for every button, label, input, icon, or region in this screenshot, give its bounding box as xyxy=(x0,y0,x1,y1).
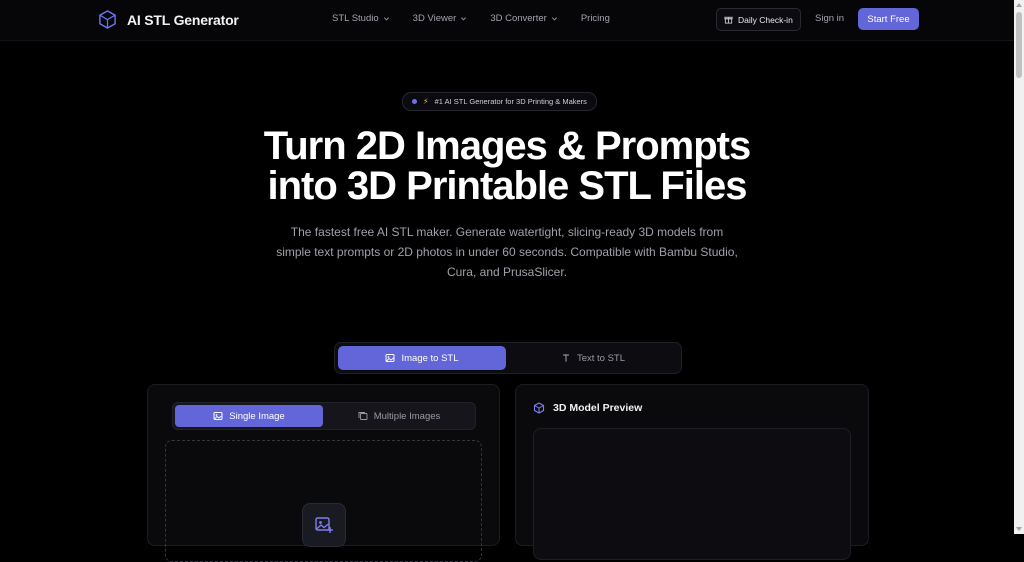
badge-text: #1 AI STL Generator for 3D Printing & Ma… xyxy=(434,97,587,106)
chevron-down-icon xyxy=(383,15,390,22)
nav-stl-studio[interactable]: STL Studio xyxy=(332,13,390,24)
tab-label: Image to STL xyxy=(401,352,459,364)
mode-switch: Image to STL Text to STL xyxy=(334,342,682,374)
nav-label: 3D Converter xyxy=(490,13,547,24)
nav-3d-viewer[interactable]: 3D Viewer xyxy=(413,13,468,24)
brand-logo[interactable]: AI STL Generator xyxy=(98,10,239,29)
hero-title-line-2: into 3D Printable STL Files xyxy=(267,164,747,208)
tab-single-image[interactable]: Single Image xyxy=(175,405,323,427)
gift-icon xyxy=(724,15,733,24)
text-t-icon xyxy=(561,353,571,363)
image-icon xyxy=(385,353,395,363)
tab-label: Text to STL xyxy=(576,352,626,364)
chevron-down-icon xyxy=(551,15,558,22)
upload-icon-box[interactable] xyxy=(302,503,346,547)
lightning-icon: ⚡ xyxy=(423,97,429,106)
hero-subtitle: The fastest free AI STL maker. Generate … xyxy=(276,225,738,279)
nav-pricing[interactable]: Pricing xyxy=(581,13,610,24)
tab-label: Multiple Images xyxy=(373,410,441,422)
upload-panel: Single Image Multiple Images xyxy=(147,384,500,562)
cube-logo-icon xyxy=(98,10,117,29)
nav-3d-converter[interactable]: 3D Converter xyxy=(490,13,558,24)
image-dropzone[interactable] xyxy=(165,440,482,562)
image-icon xyxy=(213,411,223,421)
page-scrollbar[interactable] xyxy=(1014,0,1024,534)
preview-panel: 3D Model Preview xyxy=(515,384,869,560)
tab-multiple-images[interactable]: Multiple Images xyxy=(325,405,473,427)
chevron-down-icon xyxy=(460,15,467,22)
nav-label: 3D Viewer xyxy=(412,13,457,24)
daily-checkin-label: Daily Check-in xyxy=(738,14,793,25)
cube-icon xyxy=(533,402,545,414)
brand-name: AI STL Generator xyxy=(127,11,239,28)
nav-label: Pricing xyxy=(580,13,610,24)
main-nav: STL Studio 3D Viewer 3D Converter Pricin… xyxy=(332,13,610,24)
hero-badge: ⚡ #1 AI STL Generator for 3D Printing & … xyxy=(402,92,597,111)
scrollbar-thumb[interactable] xyxy=(1016,12,1022,78)
images-icon xyxy=(358,411,368,421)
top-navigation-bar: AI STL Generator STL Studio 3D Viewer 3D… xyxy=(0,0,1014,41)
image-count-switch: Single Image Multiple Images xyxy=(172,402,476,430)
scroll-down-arrow-icon[interactable] xyxy=(1016,527,1022,531)
sign-in-link[interactable]: Sign in xyxy=(815,13,844,24)
scroll-up-arrow-icon[interactable] xyxy=(1016,3,1022,7)
preview-title: 3D Model Preview xyxy=(553,402,643,414)
daily-checkin-button[interactable]: Daily Check-in xyxy=(716,8,801,31)
image-plus-icon xyxy=(314,515,334,535)
tab-text-to-stl[interactable]: Text to STL xyxy=(509,346,677,370)
hero-title-line-1: Turn 2D Images & Prompts xyxy=(263,124,751,168)
tab-label: Single Image xyxy=(229,410,285,422)
hero-title: Turn 2D Images & Prompts into 3D Printab… xyxy=(0,126,1014,206)
preview-header: 3D Model Preview xyxy=(533,402,642,414)
tab-image-to-stl[interactable]: Image to STL xyxy=(338,346,506,370)
model-preview-area[interactable] xyxy=(533,428,851,560)
start-free-button[interactable]: Start Free xyxy=(858,8,919,30)
nav-label: STL Studio xyxy=(332,13,379,24)
badge-dot xyxy=(412,99,417,104)
